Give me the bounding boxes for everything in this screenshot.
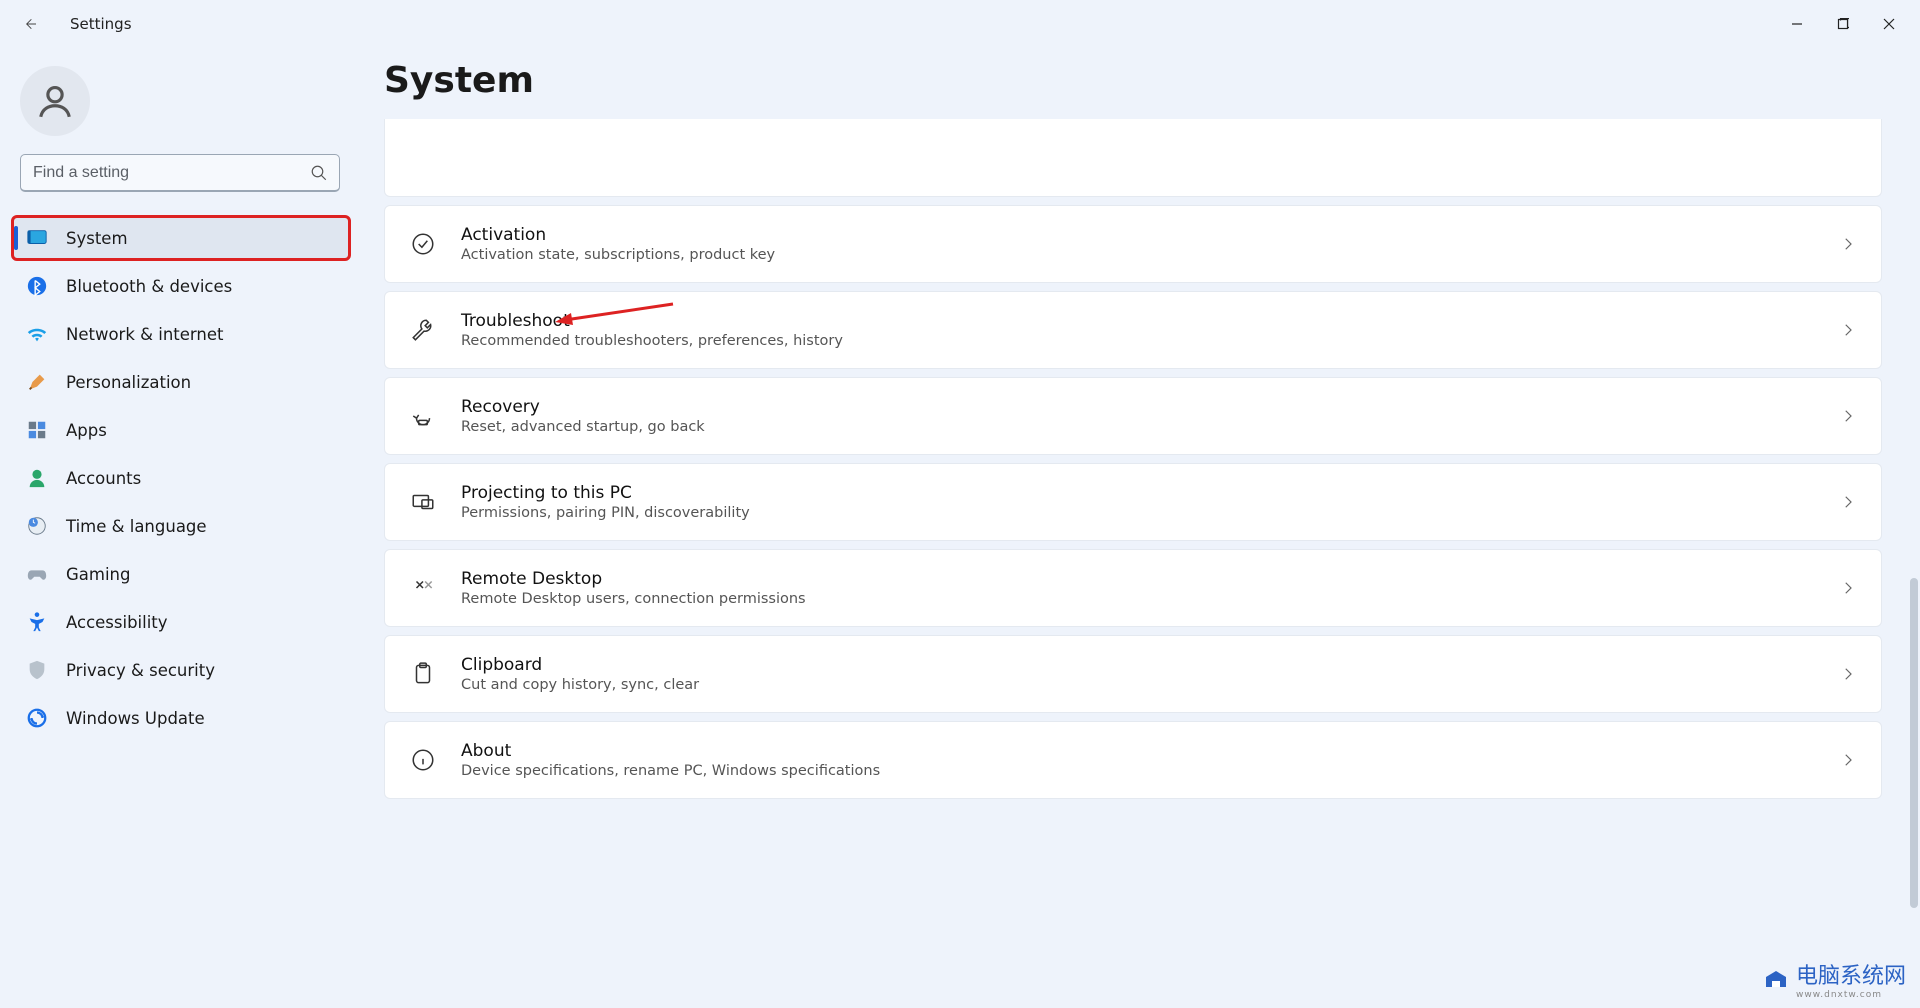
window-title: Settings [70, 15, 132, 33]
card-subtitle: Reset, advanced startup, go back [461, 419, 1815, 435]
search-icon [310, 164, 328, 182]
project-icon [409, 488, 437, 516]
main-content: System Activation Activation state, subs… [360, 48, 1920, 1008]
maximize-button[interactable] [1820, 8, 1866, 40]
sidebar-item-label: Windows Update [66, 709, 205, 728]
sidebar-item-gaming[interactable]: Gaming [12, 552, 350, 596]
card-activation[interactable]: Activation Activation state, subscriptio… [384, 205, 1882, 283]
card-subtitle: Activation state, subscriptions, product… [461, 247, 1815, 263]
card-projecting[interactable]: Projecting to this PC Permissions, pairi… [384, 463, 1882, 541]
chevron-right-icon [1839, 579, 1857, 597]
sidebar-item-network[interactable]: Network & internet [12, 312, 350, 356]
card-subtitle: Cut and copy history, sync, clear [461, 677, 1815, 693]
wifi-icon [26, 323, 48, 345]
card-title: Activation [461, 225, 1815, 245]
card-partial-previous[interactable] [384, 119, 1882, 197]
sidebar-item-bluetooth[interactable]: Bluetooth & devices [12, 264, 350, 308]
sidebar-item-time-language[interactable]: Time & language [12, 504, 350, 548]
search-input[interactable] [20, 154, 340, 192]
back-button[interactable] [14, 8, 46, 40]
card-title: Remote Desktop [461, 569, 1815, 589]
card-troubleshoot[interactable]: Troubleshoot Recommended troubleshooters… [384, 291, 1882, 369]
update-icon [26, 707, 48, 729]
titlebar: Settings [0, 0, 1920, 48]
card-subtitle: Device specifications, rename PC, Window… [461, 763, 1815, 779]
card-title: About [461, 741, 1815, 761]
minimize-button[interactable] [1774, 8, 1820, 40]
scrollbar-thumb[interactable] [1910, 578, 1918, 908]
card-title: Projecting to this PC [461, 483, 1815, 503]
check-circle-icon [409, 230, 437, 258]
profile-area[interactable] [12, 58, 350, 154]
avatar [20, 66, 90, 136]
accounts-icon [26, 467, 48, 489]
page-title: System [384, 60, 1912, 101]
sidebar-item-personalization[interactable]: Personalization [12, 360, 350, 404]
close-button[interactable] [1866, 8, 1912, 40]
maximize-icon [1837, 18, 1849, 30]
remote-desktop-icon [409, 574, 437, 602]
wrench-icon [409, 316, 437, 344]
watermark-url: www.dnxtw.com [1796, 990, 1906, 1000]
sidebar: System Bluetooth & devices Network & int… [0, 48, 360, 1008]
chevron-right-icon [1839, 321, 1857, 339]
sidebar-item-label: Gaming [66, 565, 131, 584]
chevron-right-icon [1839, 235, 1857, 253]
sidebar-item-label: Bluetooth & devices [66, 277, 232, 296]
shield-icon [26, 659, 48, 681]
sidebar-item-apps[interactable]: Apps [12, 408, 350, 452]
sidebar-item-accounts[interactable]: Accounts [12, 456, 350, 500]
watermark: 电脑系统网 www.dnxtw.com [1762, 958, 1906, 1000]
arrow-left-icon [22, 16, 38, 32]
chevron-right-icon [1839, 665, 1857, 683]
close-icon [1883, 18, 1895, 30]
user-icon [36, 82, 74, 120]
sidebar-item-label: Apps [66, 421, 107, 440]
sidebar-item-accessibility[interactable]: Accessibility [12, 600, 350, 644]
settings-cards: Activation Activation state, subscriptio… [384, 119, 1912, 799]
watermark-icon [1762, 967, 1790, 991]
bluetooth-icon [26, 275, 48, 297]
card-subtitle: Permissions, pairing PIN, discoverabilit… [461, 505, 1815, 521]
window-controls [1774, 8, 1912, 40]
sidebar-item-privacy[interactable]: Privacy & security [12, 648, 350, 692]
card-remote-desktop[interactable]: Remote Desktop Remote Desktop users, con… [384, 549, 1882, 627]
card-clipboard[interactable]: Clipboard Cut and copy history, sync, cl… [384, 635, 1882, 713]
nav: System Bluetooth & devices Network & int… [12, 216, 350, 740]
card-title: Clipboard [461, 655, 1815, 675]
sidebar-item-label: System [66, 229, 128, 248]
sidebar-item-label: Accessibility [66, 613, 168, 632]
system-icon [26, 227, 48, 249]
card-title: Recovery [461, 397, 1815, 417]
card-title: Troubleshoot [461, 311, 1815, 331]
recovery-icon [409, 402, 437, 430]
info-icon [409, 746, 437, 774]
gaming-icon [26, 563, 48, 585]
minimize-icon [1791, 18, 1803, 30]
watermark-text: 电脑系统网 [1796, 964, 1906, 989]
accessibility-icon [26, 611, 48, 633]
sidebar-item-label: Privacy & security [66, 661, 215, 680]
clipboard-icon [409, 660, 437, 688]
sidebar-item-label: Personalization [66, 373, 191, 392]
card-about[interactable]: About Device specifications, rename PC, … [384, 721, 1882, 799]
paint-icon [26, 371, 48, 393]
sidebar-item-system[interactable]: System [12, 216, 350, 260]
card-recovery[interactable]: Recovery Reset, advanced startup, go bac… [384, 377, 1882, 455]
clock-globe-icon [26, 515, 48, 537]
apps-icon [26, 419, 48, 441]
sidebar-item-windows-update[interactable]: Windows Update [12, 696, 350, 740]
chevron-right-icon [1839, 493, 1857, 511]
sidebar-item-label: Accounts [66, 469, 141, 488]
search-wrap [20, 154, 340, 192]
sidebar-item-label: Time & language [66, 517, 207, 536]
card-subtitle: Remote Desktop users, connection permiss… [461, 591, 1815, 607]
card-subtitle: Recommended troubleshooters, preferences… [461, 333, 1815, 349]
chevron-right-icon [1839, 751, 1857, 769]
chevron-right-icon [1839, 407, 1857, 425]
sidebar-item-label: Network & internet [66, 325, 223, 344]
